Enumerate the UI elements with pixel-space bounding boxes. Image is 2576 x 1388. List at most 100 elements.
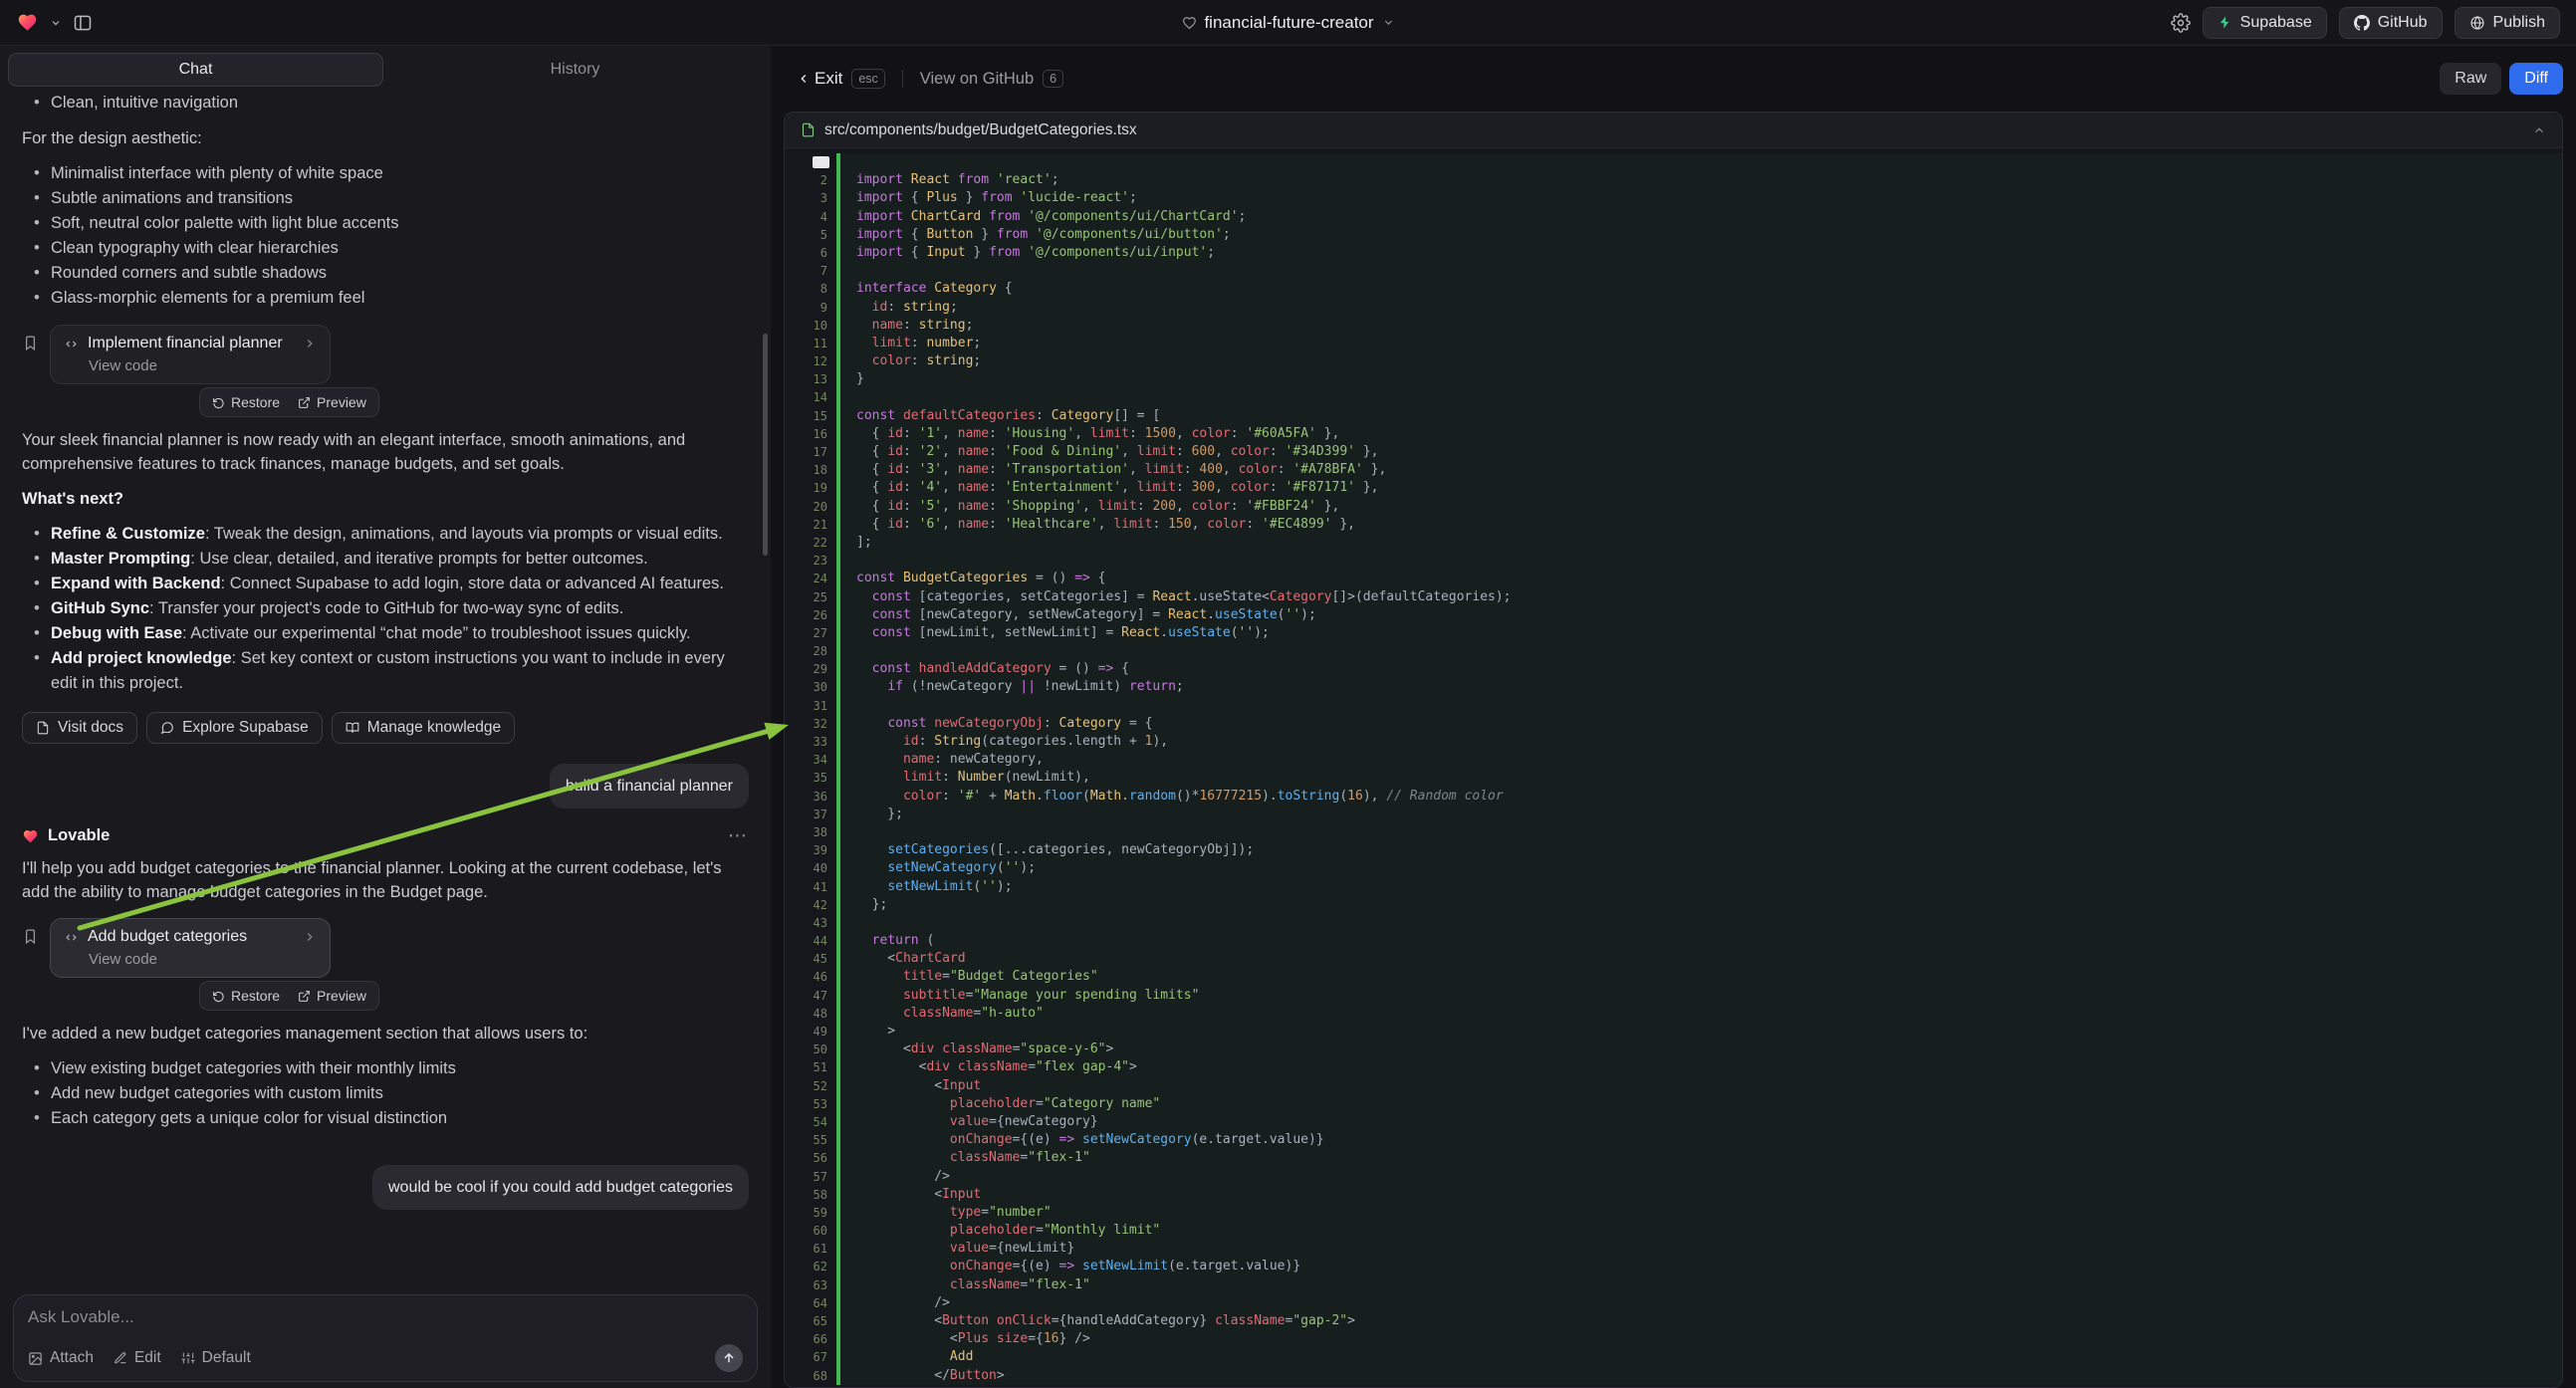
line-number: 11 xyxy=(785,335,836,352)
code-text: className="h-auto" xyxy=(840,1005,2562,1023)
tab-chat[interactable]: Chat xyxy=(8,53,383,87)
sliders-icon xyxy=(181,1351,195,1365)
code-line: 21 { id: '6', name: 'Healthcare', limit:… xyxy=(785,516,2562,534)
code-text: > xyxy=(840,1023,2562,1041)
code-text: id: string; xyxy=(840,299,2562,317)
edit-mode-button[interactable]: Edit xyxy=(114,1349,161,1367)
view-code-link[interactable]: View code xyxy=(89,357,317,374)
line-number: 47 xyxy=(785,987,836,1005)
code-line: 60 placeholder="Monthly limit" xyxy=(785,1222,2562,1240)
sidebar-toggle-button[interactable] xyxy=(73,13,93,33)
code-line: 4import ChartCard from '@/components/ui/… xyxy=(785,208,2562,226)
next-step-item: Add project knowledge: Set key context o… xyxy=(34,646,749,696)
sidebar-toggle-icon xyxy=(73,13,93,33)
model-default-label: Default xyxy=(202,1349,251,1367)
workspace-menu-button[interactable] xyxy=(50,17,62,29)
diff-toggle-button[interactable]: Diff xyxy=(2509,63,2563,95)
line-number: 2 xyxy=(785,171,836,189)
attach-button[interactable]: Attach xyxy=(28,1349,94,1367)
bullet-text: Minimalist interface with plenty of whit… xyxy=(51,164,383,182)
topbar-left xyxy=(16,12,93,33)
line-number: 35 xyxy=(785,769,836,787)
github-icon xyxy=(2354,15,2370,31)
code-line: 11 limit: number; xyxy=(785,335,2562,352)
code-text: color: string; xyxy=(840,352,2562,370)
send-button[interactable] xyxy=(715,1344,743,1372)
github-label: GitHub xyxy=(2378,14,2428,32)
code-text xyxy=(840,388,2562,406)
edit-card-add-budget-categories[interactable]: Add budget categories View code xyxy=(50,918,331,978)
code-line: 52 <Input xyxy=(785,1077,2562,1095)
tab-history[interactable]: History xyxy=(387,53,763,87)
publish-button[interactable]: Publish xyxy=(2455,7,2560,39)
restore-button[interactable]: Restore xyxy=(205,391,287,413)
visit-docs-button[interactable]: Visit docs xyxy=(22,712,137,744)
code-toolbar-left: Exit esc View on GitHub 6 xyxy=(797,69,1063,89)
exit-button[interactable]: Exit xyxy=(797,69,842,89)
code-icon xyxy=(64,930,79,945)
chevron-right-icon xyxy=(303,930,317,944)
lovable-avatar-heart-icon xyxy=(22,828,39,844)
line-number: 22 xyxy=(785,534,836,552)
edit-card-implement-financial-planner[interactable]: Implement financial planner View code xyxy=(50,325,331,384)
bullet-text: Clean, intuitive navigation xyxy=(51,94,238,112)
code-line: 61 value={newLimit} xyxy=(785,1240,2562,1258)
github-button[interactable]: GitHub xyxy=(2339,7,2443,39)
code-line: 33 id: String(categories.length + 1), xyxy=(785,733,2562,751)
file-header[interactable]: src/components/budget/BudgetCategories.t… xyxy=(785,113,2562,148)
manage-knowledge-button[interactable]: Manage knowledge xyxy=(332,712,515,744)
line-number: 42 xyxy=(785,896,836,914)
feature-bullet-list: View existing budget categories with the… xyxy=(22,1056,749,1131)
line-number: 15 xyxy=(785,407,836,425)
line-number: 54 xyxy=(785,1113,836,1131)
more-options-button[interactable]: ⋯ xyxy=(728,826,749,845)
code-text: const [newLimit, setNewLimit] = React.us… xyxy=(840,624,2562,642)
line-number: 57 xyxy=(785,1168,836,1186)
project-switcher[interactable]: financial-future-creator xyxy=(1181,13,1394,33)
code-text: <Button onClick={handleAddCategory} clas… xyxy=(840,1312,2562,1330)
model-default-button[interactable]: Default xyxy=(181,1349,251,1367)
next-step-text: : Transfer your project's code to GitHub… xyxy=(149,599,623,617)
composer: Attach Edit Default xyxy=(13,1294,758,1382)
line-number: 6 xyxy=(785,244,836,262)
send-arrow-icon xyxy=(722,1351,736,1365)
code-text: <Input xyxy=(840,1077,2562,1095)
supabase-button[interactable]: Supabase xyxy=(2203,7,2327,39)
code-line: 54 value={newCategory} xyxy=(785,1113,2562,1131)
restore-button[interactable]: Restore xyxy=(205,985,287,1007)
preview-button[interactable]: Preview xyxy=(291,985,373,1007)
line-number: 23 xyxy=(785,552,836,570)
code-text: import { Button } from '@/components/ui/… xyxy=(840,226,2562,244)
view-on-github-button[interactable]: View on GitHub xyxy=(920,70,1034,89)
explore-supabase-button[interactable]: Explore Supabase xyxy=(146,712,323,744)
docs-icon xyxy=(36,721,50,735)
line-number: 31 xyxy=(785,697,836,715)
chat-input[interactable] xyxy=(28,1307,743,1344)
settings-button[interactable] xyxy=(2171,13,2191,33)
chat-messages[interactable]: Clean, intuitive navigation For the desi… xyxy=(0,93,771,1388)
code-area[interactable]: 12import React from 'react';3import { Pl… xyxy=(785,148,2562,1387)
line-number: 55 xyxy=(785,1131,836,1149)
bullet-item: Rounded corners and subtle shadows xyxy=(34,261,749,286)
view-code-link[interactable]: View code xyxy=(89,951,317,968)
collapse-file-button[interactable] xyxy=(2532,123,2546,137)
code-line: 34 name: newCategory, xyxy=(785,751,2562,769)
bookmark-button[interactable] xyxy=(22,928,39,945)
next-step-title: Master Prompting xyxy=(51,550,190,568)
line-number: 65 xyxy=(785,1312,836,1330)
bullet-item: Clean typography with clear hierarchies xyxy=(34,236,749,261)
lovable-logo[interactable] xyxy=(16,12,39,33)
edit-mode-label: Edit xyxy=(134,1349,161,1367)
preview-button[interactable]: Preview xyxy=(291,391,373,413)
code-text: className="flex-1" xyxy=(840,1149,2562,1167)
code-line: 27 const [newLimit, setNewLimit] = React… xyxy=(785,624,2562,642)
scrollbar-thumb[interactable] xyxy=(763,334,768,556)
code-line: 37 }; xyxy=(785,806,2562,823)
bullet-item: Each category gets a unique color for vi… xyxy=(34,1106,749,1131)
line-number: 27 xyxy=(785,624,836,642)
fold-marker[interactable] xyxy=(813,156,829,168)
raw-toggle-button[interactable]: Raw xyxy=(2440,63,2501,95)
bookmark-button[interactable] xyxy=(22,335,39,351)
next-step-title: Refine & Customize xyxy=(51,525,205,543)
code-line: 40 setNewCategory(''); xyxy=(785,859,2562,877)
